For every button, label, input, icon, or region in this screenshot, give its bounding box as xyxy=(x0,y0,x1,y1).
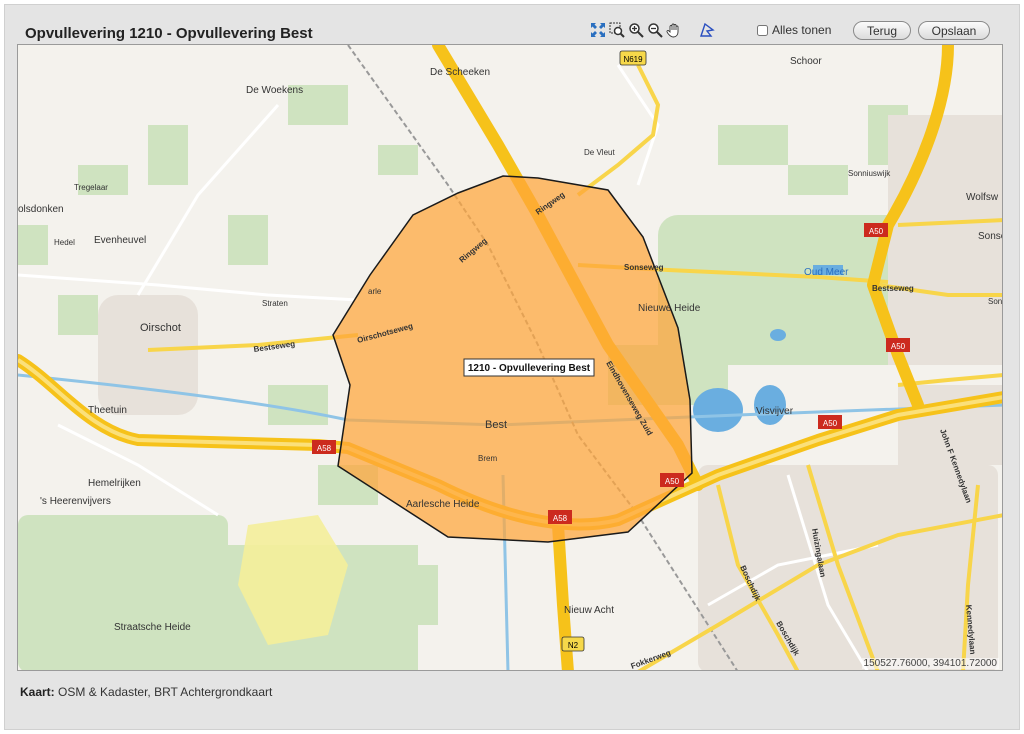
show-all-checkbox[interactable] xyxy=(757,24,768,36)
show-all-toggle[interactable]: Alles tonen xyxy=(757,23,831,37)
place-label: Straten xyxy=(262,299,288,308)
place-label: Sons xyxy=(988,297,1003,306)
shield-a58: A58 xyxy=(553,514,568,523)
road-label: Sonseweg xyxy=(624,263,664,272)
place-label: Hemelrijken xyxy=(88,478,141,489)
zoom-in-icon[interactable] xyxy=(628,22,644,38)
polygon-label: 1210 - Opvullevering Best xyxy=(463,358,595,377)
map-canvas[interactable]: 1210 - Opvullevering Best N619 A50 A50 A… xyxy=(18,45,1003,671)
pan-hand-icon[interactable] xyxy=(666,22,682,38)
shield-a50: A50 xyxy=(823,419,838,428)
attribution-label: Kaart: xyxy=(20,685,55,699)
shield-a50: A50 xyxy=(891,342,906,351)
map-coordinates: 150527.76000, 394101.72000 xyxy=(861,658,999,669)
shield-n2: N2 xyxy=(568,641,579,650)
place-label: Evenheuvel xyxy=(94,235,146,246)
page-title: Opvullevering 1210 - Opvullevering Best xyxy=(25,25,313,42)
place-label: Oirschot xyxy=(140,322,181,334)
map-view[interactable]: 1210 - Opvullevering Best N619 A50 A50 A… xyxy=(17,44,1003,671)
place-label: Nieuw Acht xyxy=(564,605,614,616)
place-label: De Woekens xyxy=(246,85,303,96)
place-label: 's Heerenvijvers xyxy=(40,496,111,507)
save-button[interactable]: Opslaan xyxy=(918,21,990,40)
place-label: Hedel xyxy=(54,238,75,247)
place-label: Straatsche Heide xyxy=(114,622,191,633)
place-label: De Vleut xyxy=(584,148,615,157)
shield-a58: A58 xyxy=(317,444,332,453)
shield-n619: N619 xyxy=(623,55,643,64)
place-label: Aarlesche Heide xyxy=(406,499,480,510)
zoom-box-icon[interactable] xyxy=(609,22,625,38)
shield-a50: A50 xyxy=(665,477,680,486)
map-attribution: Kaart: OSM & Kadaster, BRT Achtergrondka… xyxy=(20,685,272,699)
place-label: Wolfsw xyxy=(966,192,999,203)
place-label: Sonniuswijk xyxy=(848,169,891,178)
place-label: Oud Meer xyxy=(804,267,849,278)
back-button[interactable]: Terug xyxy=(853,21,911,40)
place-label: olsdonken xyxy=(18,204,64,215)
attribution-text: OSM & Kadaster, BRT Achtergrondkaart xyxy=(58,685,273,699)
place-label: Theetuin xyxy=(88,405,127,416)
place-label: Visvijver xyxy=(756,406,794,417)
road-label: Bestseweg xyxy=(872,284,914,293)
place-label: arle xyxy=(368,287,382,296)
polygon-label-text: 1210 - Opvullevering Best xyxy=(468,363,591,374)
place-label: Nieuwe Heide xyxy=(638,303,701,314)
draw-polygon-icon[interactable] xyxy=(699,22,715,38)
map-toolbar xyxy=(590,20,715,40)
place-label: Sonse xyxy=(978,231,1003,242)
place-label: De Scheeken xyxy=(430,67,490,78)
show-all-label: Alles tonen xyxy=(772,23,832,37)
place-label: Tregelaar xyxy=(74,183,108,192)
shield-a50: A50 xyxy=(869,227,884,236)
place-label: Schoor xyxy=(790,56,822,67)
place-label: Brem xyxy=(478,454,497,463)
place-label: Best xyxy=(485,419,507,431)
zoom-out-icon[interactable] xyxy=(647,22,663,38)
zoom-extent-icon[interactable] xyxy=(590,22,606,38)
